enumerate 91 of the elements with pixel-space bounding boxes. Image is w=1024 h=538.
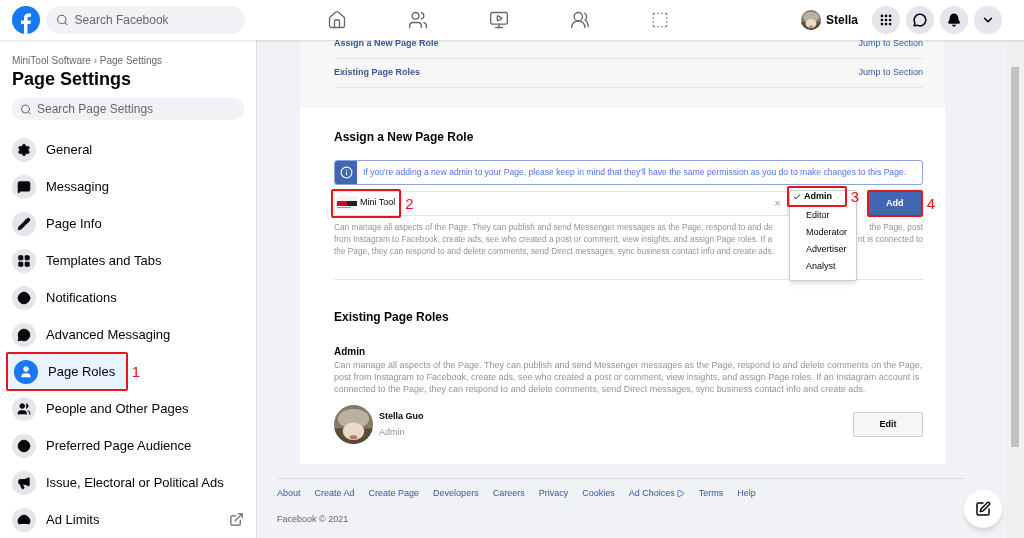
info-banner: If you're adding a new admin to your Page, please keep in mind that they'll have the same permission as you do to make changes to this Page. <box>334 160 923 185</box>
role-option[interactable]: Moderator <box>791 224 859 241</box>
annotation-number: 4 <box>926 196 935 211</box>
role-option[interactable]: Advertiser <box>791 241 859 258</box>
sidebar-item-icon <box>12 507 36 532</box>
sidebar-item[interactable]: People and Other Pages <box>6 391 250 426</box>
footer-link[interactable]: Create Page <box>368 487 420 501</box>
search-icon <box>56 13 69 27</box>
sidebar-item-icon <box>12 285 36 310</box>
role-option[interactable]: Analyst <box>791 258 859 275</box>
video-icon[interactable] <box>489 10 509 30</box>
search-input[interactable]: Search Facebook <box>74 11 235 29</box>
scrollbar[interactable] <box>1005 40 1024 538</box>
sidebar-item[interactable]: Issue, Electoral or Political Ads <box>6 465 250 500</box>
compose-button[interactable] <box>964 490 1002 528</box>
footer-link[interactable]: Help <box>737 487 756 501</box>
check-icon <box>793 192 801 201</box>
section-link[interactable]: Existing Page Roles <box>334 66 421 80</box>
annotation-number: 1 <box>131 364 140 379</box>
page-input-field[interactable]: Mini Tool 2 × <box>334 191 788 216</box>
sidebar-item[interactable]: General <box>6 132 250 167</box>
search-icon <box>20 102 32 116</box>
section-link[interactable]: Assign a New Page Role <box>334 40 439 51</box>
footer-link[interactable]: Terms <box>698 487 724 501</box>
sidebar-item[interactable]: Templates and Tabs <box>6 243 250 278</box>
gaming-icon[interactable] <box>651 11 669 29</box>
sidebar-item[interactable]: Ad Limits <box>6 502 250 537</box>
sidebar-item[interactable]: Messaging <box>6 169 250 204</box>
person-role: Admin <box>379 425 406 439</box>
logo-icon[interactable] <box>12 6 40 34</box>
external-link-icon <box>229 512 244 527</box>
ad-choices-icon <box>675 489 685 499</box>
footer-link[interactable]: Developers <box>433 487 479 501</box>
search-field[interactable]: Search Facebook <box>46 6 245 34</box>
sidebar-item-icon <box>12 137 36 162</box>
role-option[interactable]: Editor <box>791 207 859 224</box>
footer-link[interactable]: Ad Choices <box>628 487 675 501</box>
sidebar-item[interactable]: Page Roles <box>8 354 126 389</box>
settings-search-field[interactable]: Search Page Settings <box>12 98 244 120</box>
sidebar-item[interactable]: Advanced Messaging <box>6 317 250 352</box>
sidebar-item-icon <box>12 396 36 421</box>
footer-link[interactable]: About <box>277 487 301 501</box>
copyright: Facebook © 2021 <box>277 512 350 526</box>
annotation-number: 3 <box>850 189 859 204</box>
chat-bubble-icon <box>913 13 927 27</box>
sidebar-item[interactable]: Notifications <box>6 280 250 315</box>
section-heading: Existing Page Roles <box>334 309 450 326</box>
footer-link[interactable]: Create Ad <box>314 487 355 501</box>
edit-button[interactable]: Edit <box>853 412 923 437</box>
footer-link[interactable]: Cookies <box>582 487 615 501</box>
page-title: Page Settings <box>12 68 133 90</box>
profile-button[interactable]: Stella <box>801 10 866 30</box>
role-description: Can manage all aspects of the Page. They can publish and send Messenger messages as the Page, respond to and delete comments on the Page, post from Instagram to Facebook, create ads, see who created a post or comment, view insights, and assign Page roles. If an Instagram account is connected to the Page, they can respond to and delete comments, send Direct messages, sync business contact info and create ads. <box>334 359 923 395</box>
footer-link[interactable]: Privacy <box>538 487 569 501</box>
notifications-button[interactable] <box>940 6 968 34</box>
annotation-number: 2 <box>405 195 414 211</box>
breadcrumb: MiniTool Software › Page Settings <box>12 54 164 68</box>
section-heading: Assign a New Page Role <box>334 129 475 146</box>
add-button[interactable]: Add <box>868 192 921 215</box>
sidebar-item-icon <box>12 433 36 458</box>
messenger-button[interactable] <box>906 6 934 34</box>
sidebar-item[interactable]: Page Info <box>6 206 250 241</box>
grid-icon <box>879 13 893 27</box>
role-option[interactable]: Admin <box>789 188 832 205</box>
account-button[interactable] <box>974 6 1002 34</box>
sidebar-item[interactable]: Preferred Page Audience <box>6 428 250 463</box>
search-input[interactable]: Search Page Settings <box>37 100 236 118</box>
person-name: Stella Guo <box>379 410 424 423</box>
compose-icon <box>975 501 991 517</box>
home-icon[interactable] <box>327 10 347 30</box>
role-description: the Page, post <box>869 221 923 233</box>
sidebar-item-icon <box>12 470 36 495</box>
sidebar-item-icon <box>14 359 38 384</box>
role-description: nt is connected to <box>857 233 923 245</box>
page-name: Mini Tool <box>360 196 396 210</box>
jump-link[interactable]: Jump to Section <box>858 40 923 51</box>
jump-link[interactable]: Jump to Section <box>858 66 923 80</box>
footer-link[interactable]: Careers <box>492 487 525 501</box>
info-icon <box>339 166 353 179</box>
role-title: Admin <box>334 345 367 359</box>
sidebar-item-icon <box>12 211 36 236</box>
role-description: Can manage all aspects of the Page. They can publish and send Messenger messages as the Page, respond to and de <box>334 221 773 233</box>
sidebar-item-icon <box>12 248 36 273</box>
sidebar-item-icon <box>12 322 36 347</box>
bell-icon <box>947 13 961 27</box>
role-description: the Page, they can respond to and delete comments, send Direct messages, sync business contact info and create ads. <box>334 245 774 257</box>
menu-button[interactable] <box>872 6 900 34</box>
sidebar-item-icon <box>12 174 36 199</box>
role-description: from Instagram to Facebook, create ads, see who created a post or comment, view insights, and assign Page roles. If a <box>334 233 773 245</box>
friends-icon[interactable] <box>408 10 428 30</box>
groups-icon[interactable] <box>570 10 590 30</box>
